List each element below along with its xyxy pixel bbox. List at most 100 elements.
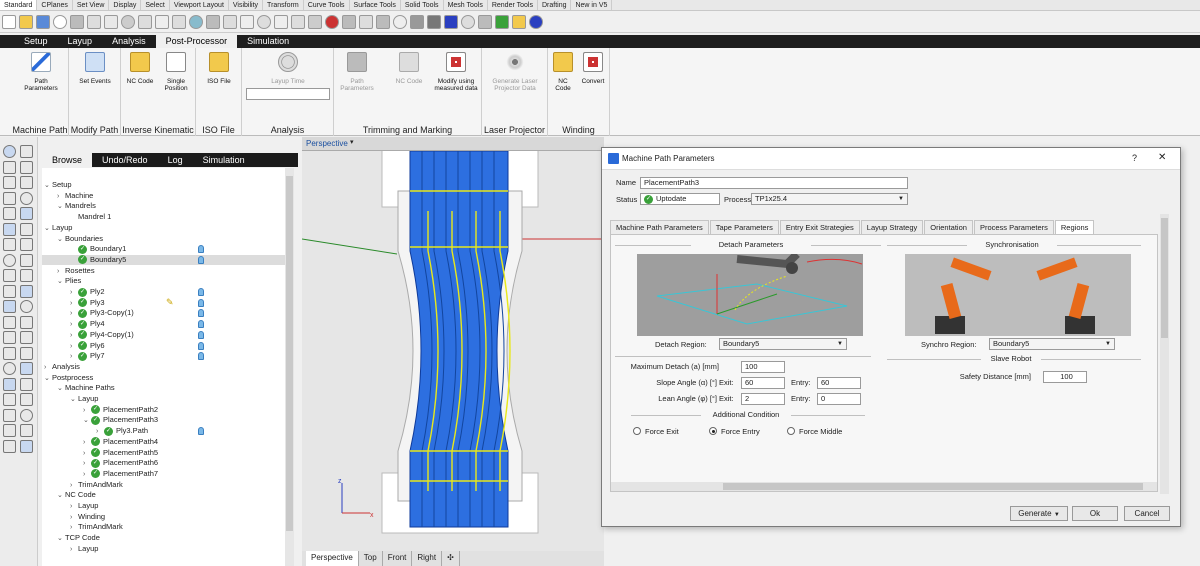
visibility-bulb-icon[interactable] — [198, 255, 204, 264]
expand-right-icon[interactable]: › — [70, 288, 78, 298]
laser-data-button[interactable]: Generate Laser Projector Data — [488, 50, 542, 92]
palette-tool-icon[interactable] — [20, 222, 33, 236]
toolbar-tool-icon[interactable] — [359, 14, 373, 29]
expand-right-icon[interactable]: › — [70, 342, 78, 352]
tree-scroll-thumb[interactable] — [286, 176, 293, 531]
palette-tool-icon[interactable] — [3, 238, 16, 251]
tab-layup-strategy[interactable]: Layup Strategy — [860, 220, 924, 234]
expand-right-icon[interactable]: › — [70, 502, 78, 512]
add-viewport-icon[interactable]: ✣ — [442, 551, 460, 566]
toolbar-tool-icon[interactable] — [325, 14, 339, 29]
expand-right-icon[interactable]: › — [70, 545, 78, 555]
expand-down-icon[interactable]: ⌄ — [57, 235, 65, 245]
tab-tape-parameters[interactable]: Tape Parameters — [709, 220, 779, 234]
tab-browse[interactable]: Browse — [42, 153, 93, 167]
toolbar-tool-icon[interactable] — [393, 14, 407, 29]
tree-item[interactable]: ⌄ Boundaries — [57, 234, 103, 245]
toolbar-tool-icon[interactable] — [19, 14, 33, 29]
path-parameters-button[interactable]: Path Parameters — [18, 50, 64, 92]
toolbar-tool-icon[interactable] — [70, 14, 84, 29]
tree-item[interactable]: › ✓ PlacementPath7 — [83, 469, 158, 480]
expand-down-icon[interactable]: ⌄ — [57, 534, 65, 544]
expand-down-icon[interactable]: ⌄ — [83, 416, 91, 426]
expand-right-icon[interactable]: › — [70, 481, 78, 491]
tab-simulation[interactable]: Simulation — [193, 153, 255, 167]
toolbar-tool-icon[interactable] — [274, 14, 288, 29]
viewport-title[interactable]: Perspective — [306, 139, 348, 148]
tree-item[interactable]: Mandrel 1 — [70, 212, 111, 222]
tab-entry-exit-strategies[interactable]: Entry Exit Strategies — [779, 220, 860, 234]
ribbon-tab-analysis[interactable]: Analysis — [102, 35, 156, 48]
trim-nc-code-button[interactable]: NC Code — [392, 50, 426, 85]
palette-tool-icon[interactable] — [3, 222, 16, 236]
palette-tool-icon[interactable] — [20, 300, 33, 313]
palette-tool-icon[interactable] — [3, 377, 16, 391]
palette-tool-icon[interactable] — [20, 253, 33, 267]
expand-down-icon[interactable]: ⌄ — [57, 202, 65, 212]
viewport-menu-icon[interactable]: ▾ — [350, 138, 354, 146]
nc-code-button[interactable]: NC Code — [125, 50, 155, 85]
palette-tool-icon[interactable] — [20, 284, 33, 298]
toolbar-tab-set-view[interactable]: Set View — [73, 0, 110, 10]
tree-item[interactable]: › Rosettes — [57, 266, 95, 277]
expand-down-icon[interactable]: ⌄ — [44, 374, 52, 384]
expand-right-icon[interactable]: › — [96, 427, 104, 437]
palette-tool-icon[interactable] — [20, 238, 33, 251]
palette-tool-icon[interactable] — [20, 424, 33, 437]
tab-log[interactable]: Log — [158, 153, 193, 167]
convert-button[interactable]: Convert — [578, 50, 608, 85]
tree-item[interactable]: ⌄ Postprocess — [44, 373, 93, 384]
visibility-bulb-icon[interactable] — [198, 341, 204, 350]
palette-tool-icon[interactable] — [3, 439, 16, 453]
toolbar-tab-standard[interactable]: Standard — [0, 0, 38, 10]
radio-force-middle[interactable]: Force Middle — [787, 427, 842, 437]
tree-item[interactable]: › ✓ PlacementPath6 — [83, 458, 158, 469]
expand-right-icon[interactable]: › — [70, 513, 78, 523]
expand-right-icon[interactable]: › — [57, 267, 65, 277]
toolbar-tool-icon[interactable] — [291, 14, 305, 29]
toolbar-tool-icon[interactable] — [172, 14, 186, 29]
palette-tool-icon[interactable] — [3, 284, 16, 298]
tree-item[interactable]: ⌄ Plies — [57, 276, 81, 287]
palette-tool-icon[interactable] — [3, 145, 16, 158]
expand-right-icon[interactable]: › — [57, 192, 65, 202]
toolbar-tab-render-tools[interactable]: Render Tools — [488, 0, 538, 10]
palette-tool-icon[interactable] — [3, 160, 16, 174]
expand-right-icon[interactable]: › — [70, 331, 78, 341]
layup-time-field[interactable] — [246, 88, 330, 100]
visibility-bulb-icon[interactable] — [198, 309, 204, 318]
palette-tool-icon[interactable] — [3, 424, 16, 437]
expand-down-icon[interactable]: ⌄ — [44, 224, 52, 234]
expand-down-icon[interactable]: ⌄ — [70, 395, 78, 405]
palette-tool-icon[interactable] — [3, 346, 16, 360]
tree-item[interactable]: ⌄ Setup — [44, 180, 72, 191]
tree-item[interactable]: ⌄ Mandrels — [57, 201, 96, 212]
palette-tool-icon[interactable] — [20, 362, 33, 375]
toolbar-tool-icon[interactable] — [240, 14, 254, 29]
palette-tool-icon[interactable] — [3, 253, 16, 267]
viewport-tab-top[interactable]: Top — [359, 551, 383, 566]
tree-item[interactable]: › ✓ Ply4-Copy(1) — [70, 330, 134, 341]
palette-tool-icon[interactable] — [20, 207, 33, 220]
toolbar-tool-icon[interactable] — [223, 14, 237, 29]
process-select[interactable]: TP1x25.4 ▼ — [751, 193, 908, 205]
winding-nc-code-button[interactable]: NC Code — [550, 50, 576, 92]
viewport-3d[interactable]: z x — [302, 151, 604, 551]
expand-right-icon[interactable]: › — [70, 352, 78, 362]
toolbar-tool-icon[interactable] — [36, 14, 50, 29]
tree-item[interactable]: ⌄ TCP Code — [57, 533, 100, 544]
pencil-icon[interactable]: ✎ — [166, 297, 174, 308]
tree-item[interactable]: › ✓ Ply4 — [70, 319, 105, 330]
toolbar-tool-icon[interactable] — [104, 14, 118, 29]
tree-item[interactable]: ✓ Boundary5 — [70, 255, 126, 265]
toolbar-tool-icon[interactable] — [121, 14, 135, 29]
toolbar-tab-new-in-v5[interactable]: New in V5 — [571, 0, 613, 10]
toolbar-tool-icon[interactable] — [2, 14, 16, 29]
generate-button[interactable]: Generate ▼ — [1010, 506, 1068, 521]
palette-tool-icon[interactable] — [20, 393, 33, 406]
palette-tool-icon[interactable] — [3, 393, 16, 406]
detach-region-select[interactable]: Boundary5 ▼ — [719, 338, 847, 350]
ribbon-tab-simulation[interactable]: Simulation — [237, 35, 299, 48]
layup-time-button[interactable]: Layup Time — [262, 50, 314, 85]
tree-item[interactable]: ⌄ Machine Paths — [57, 383, 115, 394]
